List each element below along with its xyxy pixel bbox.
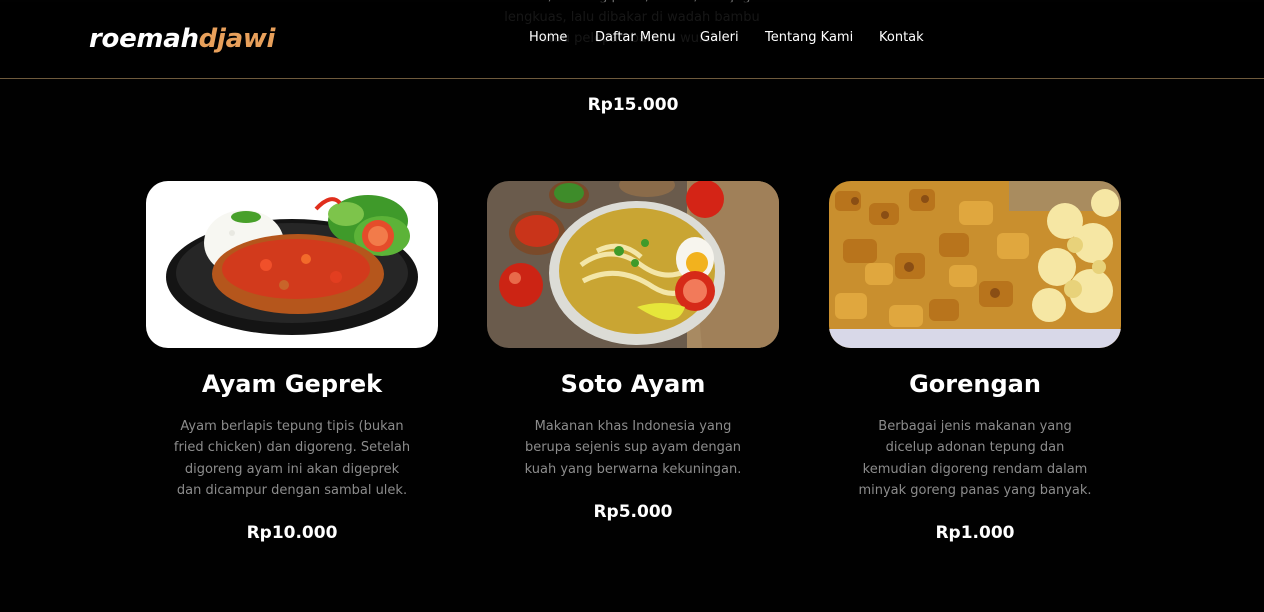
- logo-text-accent: djawi: [198, 24, 276, 54]
- soto-ayam-photo: [487, 181, 779, 348]
- logo-text-primary: roemah: [89, 24, 199, 54]
- nav-link-galeri[interactable]: Galeri: [700, 30, 739, 45]
- menu-description: Berbagai jenis makanan yang dicelup adon…: [858, 419, 1092, 498]
- gorengan-photo: [829, 181, 1121, 348]
- nav-link-kontak[interactable]: Kontak: [879, 30, 924, 45]
- logo[interactable]: roemahdjawi: [89, 24, 275, 54]
- nav-link-home[interactable]: Home: [529, 30, 567, 45]
- menu-description: Makanan khas Indonesia yang berupa sejen…: [524, 419, 742, 477]
- page: merah, bawang putih, kemiri, dan juga le…: [0, 0, 1264, 612]
- menu-price: Rp10.000: [246, 523, 338, 544]
- menu-description: Ayam berlapis tepung tipis (bukan fried …: [173, 419, 411, 498]
- nav-link-daftar-menu[interactable]: Daftar Menu: [595, 30, 676, 45]
- ayam-geprek-photo: [146, 181, 438, 348]
- previous-item-price: Rp15.000: [587, 95, 679, 115]
- menu-title: Gorengan: [909, 370, 1041, 398]
- menu-price: Rp5.000: [593, 501, 673, 522]
- nav-link-tentang-kami[interactable]: Tentang Kami: [765, 30, 853, 45]
- menu-card-ayam-geprek: Ayam Geprek Ayam berlapis tepung tipis (…: [146, 181, 438, 543]
- navbar: roemahdjawi Home Daftar Menu Galeri Tent…: [0, 2, 1264, 79]
- menu-title: Ayam Geprek: [201, 370, 383, 398]
- menu-card-gorengan: Gorengan Berbagai jenis makanan yang dic…: [829, 181, 1121, 543]
- menu-card-soto-ayam: Soto Ayam Makanan khas Indonesia yang be…: [487, 181, 779, 522]
- menu-title: Soto Ayam: [560, 370, 706, 398]
- menu-price: Rp1.000: [935, 523, 1015, 544]
